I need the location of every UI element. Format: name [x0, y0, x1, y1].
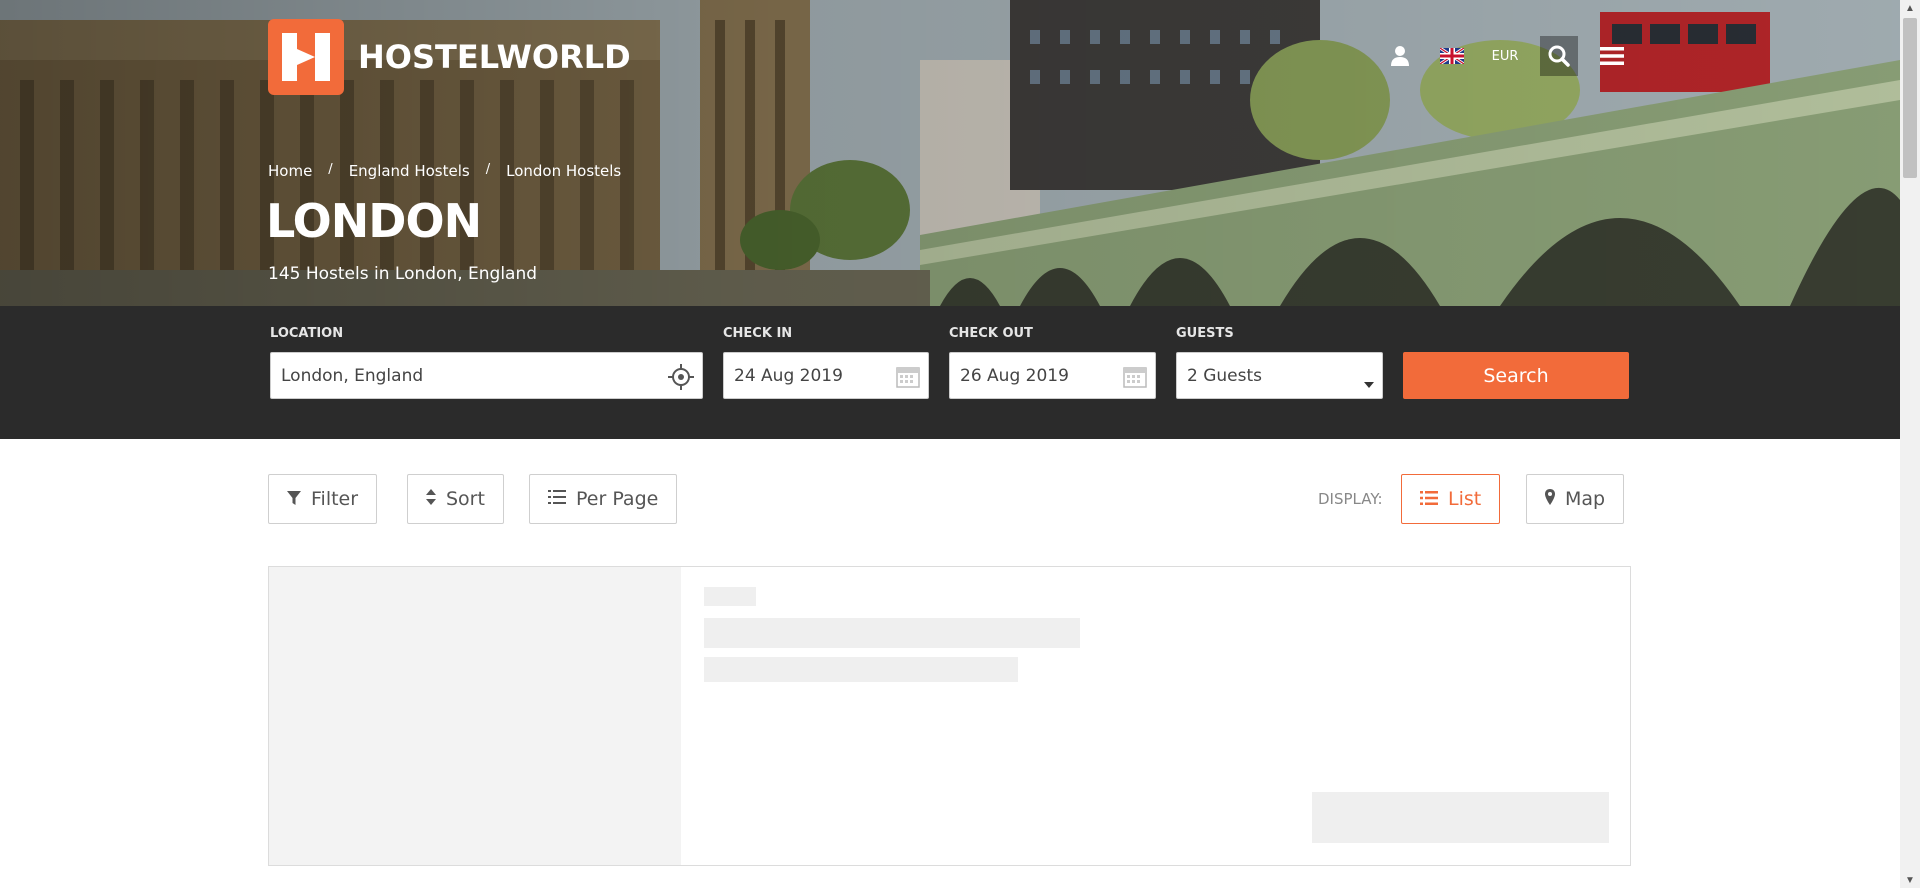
page-scrollbar[interactable]: ▲ ▼ [1900, 0, 1920, 888]
map-label: Map [1565, 488, 1606, 510]
page-title: LONDON [266, 194, 482, 248]
filter-icon [287, 488, 301, 510]
filter-button[interactable]: Filter [268, 474, 378, 524]
search-bar: LOCATION London, England CHECK IN 24 Aug… [0, 306, 1900, 439]
list-view-button[interactable]: List [1401, 474, 1501, 524]
numbered-list-icon [548, 488, 566, 510]
filter-label: Filter [311, 488, 359, 510]
text-placeholder [704, 618, 1080, 648]
menu-icon[interactable] [1590, 36, 1634, 76]
list-label: List [1448, 488, 1482, 510]
breadcrumb-london-hostels[interactable]: London Hostels [506, 162, 621, 180]
guests-value: 2 Guests [1187, 365, 1263, 386]
list-icon [1420, 488, 1438, 510]
sort-label: Sort [446, 488, 485, 510]
calendar-icon [1123, 364, 1147, 393]
breadcrumb: Home / England Hostels / London Hostels [268, 162, 621, 180]
sort-button[interactable]: Sort [407, 474, 504, 524]
header-actions: EUR [0, 36, 1900, 76]
map-pin-icon [1545, 488, 1555, 510]
hostel-card-skeleton [268, 566, 1631, 866]
guests-label: GUESTS [1176, 326, 1234, 341]
location-label: LOCATION [270, 326, 344, 341]
check-in-label: CHECK IN [723, 326, 793, 341]
hostel-count: 145 Hostels in London, England [268, 264, 538, 284]
location-input[interactable]: London, England [270, 352, 703, 399]
check-out-label: CHECK OUT [949, 326, 1033, 341]
scroll-down-arrow-icon[interactable]: ▼ [1900, 872, 1920, 888]
breadcrumb-separator: / [328, 162, 333, 177]
map-view-button[interactable]: Map [1526, 474, 1625, 524]
breadcrumb-separator: / [485, 162, 491, 177]
check-in-input[interactable]: 24 Aug 2019 [723, 352, 929, 399]
search-icon[interactable] [1540, 36, 1578, 76]
check-in-value: 24 Aug 2019 [734, 365, 843, 386]
uk-flag-icon[interactable] [1438, 36, 1466, 76]
breadcrumb-home[interactable]: Home [268, 162, 312, 180]
hero-banner: HOSTELWORLD EUR Home / England Hostels /… [0, 0, 1900, 306]
page: HOSTELWORLD EUR Home / England Hostels /… [0, 0, 1920, 888]
text-placeholder [704, 587, 756, 606]
per-page-button[interactable]: Per Page [529, 474, 678, 524]
search-button[interactable]: Search [1403, 352, 1629, 399]
sort-icon [426, 488, 436, 510]
caret-down-icon [1364, 373, 1374, 393]
location-value: London, England [281, 365, 424, 386]
check-out-value: 26 Aug 2019 [960, 365, 1069, 386]
guests-select[interactable]: 2 Guests [1176, 352, 1383, 399]
scroll-thumb[interactable] [1903, 18, 1917, 178]
text-placeholder [704, 657, 1018, 682]
image-placeholder [269, 567, 681, 865]
scroll-up-arrow-icon[interactable]: ▲ [1900, 0, 1920, 16]
button-placeholder [1312, 792, 1609, 843]
breadcrumb-england-hostels[interactable]: England Hostels [349, 162, 470, 180]
locate-crosshair-icon[interactable] [668, 364, 694, 395]
calendar-icon [896, 364, 920, 393]
user-icon[interactable] [1384, 36, 1416, 76]
display-label: DISPLAY: [1318, 490, 1383, 508]
per-page-label: Per Page [576, 488, 659, 510]
check-out-input[interactable]: 26 Aug 2019 [949, 352, 1156, 399]
currency-selector[interactable]: EUR [1484, 36, 1526, 76]
